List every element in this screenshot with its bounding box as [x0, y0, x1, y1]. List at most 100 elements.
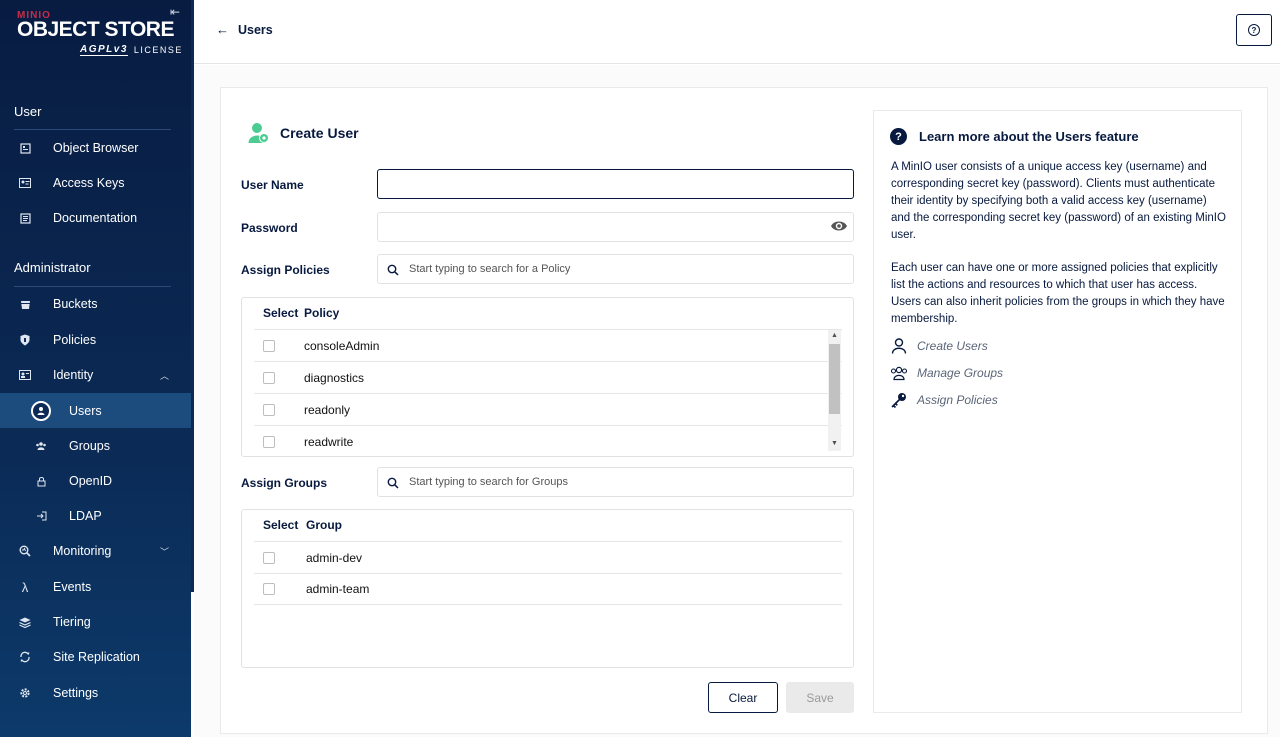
- group-name: admin-team: [306, 582, 370, 596]
- key-icon: [890, 392, 908, 408]
- sidebar-item-documentation[interactable]: Documentation: [0, 203, 191, 233]
- scroll-thumb[interactable]: [829, 344, 840, 414]
- group-name: admin-dev: [306, 550, 363, 565]
- site-replication-icon: [18, 650, 32, 664]
- policy-search[interactable]: [377, 254, 854, 284]
- breadcrumb: Users: [238, 22, 273, 37]
- sidebar-item-buckets[interactable]: Buckets: [0, 289, 191, 319]
- back-link[interactable]: ← Users: [216, 22, 273, 37]
- sidebar-item-label: Object Browser: [53, 141, 139, 155]
- sidebar-item-label: Events: [53, 580, 92, 594]
- section-title-user: User: [14, 104, 42, 119]
- table-row[interactable]: readwrite: [254, 425, 842, 457]
- table-row[interactable]: admin-team: [254, 573, 842, 605]
- help-link-manage-groups[interactable]: Manage Groups: [890, 365, 1003, 381]
- sidebar-item-monitoring[interactable]: Monitoring ﹀: [0, 536, 191, 566]
- sidebar-item-access-keys[interactable]: Access Keys: [0, 168, 191, 198]
- page-title: Create User: [280, 125, 359, 141]
- search-icon: [387, 263, 399, 276]
- row-checkbox[interactable]: [263, 339, 275, 352]
- sidebar-item-label: Users: [69, 403, 102, 418]
- scroll-up-icon[interactable]: ▲: [831, 332, 838, 339]
- row-checkbox[interactable]: [263, 583, 275, 595]
- sidebar-item-label: Documentation: [53, 211, 138, 225]
- help-question-icon: ?: [890, 128, 907, 145]
- sidebar-item-label: LDAP: [69, 509, 102, 523]
- sidebar-item-label: Monitoring: [53, 544, 112, 558]
- row-checkbox[interactable]: [263, 371, 275, 384]
- chevron-up-icon[interactable]: ︿: [160, 369, 169, 382]
- sidebar-item-identity[interactable]: Identity ︿: [0, 360, 191, 390]
- sidebar-item-ldap[interactable]: LDAP: [0, 501, 191, 531]
- lambda-icon: λ: [21, 579, 29, 595]
- table-row[interactable]: diagnostics: [254, 361, 842, 393]
- divider: [14, 286, 171, 287]
- assign-groups-label: Assign Groups: [241, 476, 328, 490]
- help-button[interactable]: ?: [1236, 14, 1272, 46]
- row-checkbox[interactable]: [263, 403, 275, 416]
- sidebar-item-label: Site Replication: [53, 650, 140, 664]
- sidebar-item-events[interactable]: λ Events: [0, 572, 191, 602]
- help-link-assign-policies[interactable]: Assign Policies: [890, 392, 998, 408]
- table-row[interactable]: consoleAdmin: [254, 329, 842, 361]
- policy-search-input[interactable]: [409, 263, 853, 275]
- license-label: LICENSE: [133, 45, 183, 55]
- search-icon: [387, 476, 399, 489]
- column-header-select: Select: [263, 518, 299, 532]
- users-icon: [31, 400, 51, 421]
- sidebar-item-settings[interactable]: Settings: [0, 678, 191, 708]
- column-header-select: Select: [263, 306, 299, 320]
- sidebar-item-label: Groups: [69, 439, 110, 453]
- sidebar-item-label: Tiering: [53, 615, 91, 629]
- sidebar-item-object-browser[interactable]: Object Browser: [0, 133, 191, 163]
- form-title: Create User: [248, 122, 359, 144]
- save-button[interactable]: Save: [786, 682, 854, 713]
- collapse-sidebar-icon[interactable]: ⇤: [170, 5, 180, 19]
- show-password-icon[interactable]: [830, 219, 848, 233]
- password-field[interactable]: [377, 212, 854, 242]
- sidebar: MINIO OBJECT STORE AGPLv3 LICENSE ⇤ User…: [0, 0, 191, 737]
- help-link-label: Create Users: [917, 339, 988, 353]
- row-checkbox[interactable]: [263, 435, 275, 448]
- help-title-text: Learn more about the Users feature: [919, 129, 1139, 144]
- help-title: ? Learn more about the Users feature: [890, 128, 1139, 145]
- arrow-left-icon: ←: [216, 22, 229, 37]
- groups-icon: [890, 365, 908, 381]
- sidebar-item-tiering[interactable]: Tiering: [0, 607, 191, 637]
- agpl-badge: AGPLv3: [80, 44, 128, 56]
- table-row[interactable]: readonly: [254, 393, 842, 425]
- policy-name: readwrite: [304, 434, 354, 449]
- chevron-down-icon[interactable]: ﹀: [160, 545, 169, 558]
- help-paragraph: A MinIO user consists of a unique access…: [891, 161, 1226, 241]
- monitoring-icon: [18, 544, 32, 558]
- group-search-input[interactable]: [409, 476, 853, 488]
- username-field[interactable]: [377, 169, 854, 199]
- identity-icon: [18, 368, 32, 382]
- sidebar-item-label: Settings: [53, 686, 99, 700]
- sidebar-item-site-replication[interactable]: Site Replication: [0, 642, 191, 672]
- settings-icon: [18, 686, 32, 700]
- policies-icon: [18, 333, 32, 347]
- minio-logo[interactable]: MINIO OBJECT STORE AGPLv3 LICENSE: [17, 10, 181, 56]
- sidebar-item-openid[interactable]: OpenID: [0, 466, 191, 496]
- section-title-administrator: Administrator: [14, 260, 91, 275]
- help-link-create-users[interactable]: Create Users: [890, 338, 988, 354]
- policy-name: readonly: [304, 402, 351, 417]
- create-user-icon: [248, 122, 270, 144]
- clear-button[interactable]: Clear: [708, 682, 778, 713]
- logo-product-text: OBJECT STORE: [17, 18, 174, 41]
- scroll-down-icon[interactable]: ▼: [831, 440, 838, 447]
- sidebar-item-users[interactable]: Users: [0, 393, 191, 428]
- assign-policies-label: Assign Policies: [241, 263, 330, 277]
- sidebar-item-label: Identity: [53, 368, 94, 382]
- row-checkbox[interactable]: [263, 551, 275, 564]
- sidebar-item-groups[interactable]: Groups: [0, 431, 191, 461]
- policy-table-scrollbar[interactable]: ▲ ▼: [828, 330, 841, 451]
- buckets-icon: [18, 297, 32, 311]
- help-paragraph: Each user can have one or more assigned …: [891, 262, 1225, 325]
- table-row[interactable]: admin-dev: [254, 541, 842, 573]
- documentation-icon: [18, 211, 32, 225]
- logo-license: AGPLv3 LICENSE: [80, 44, 183, 56]
- group-search[interactable]: [377, 467, 854, 497]
- sidebar-item-policies[interactable]: Policies: [0, 325, 191, 355]
